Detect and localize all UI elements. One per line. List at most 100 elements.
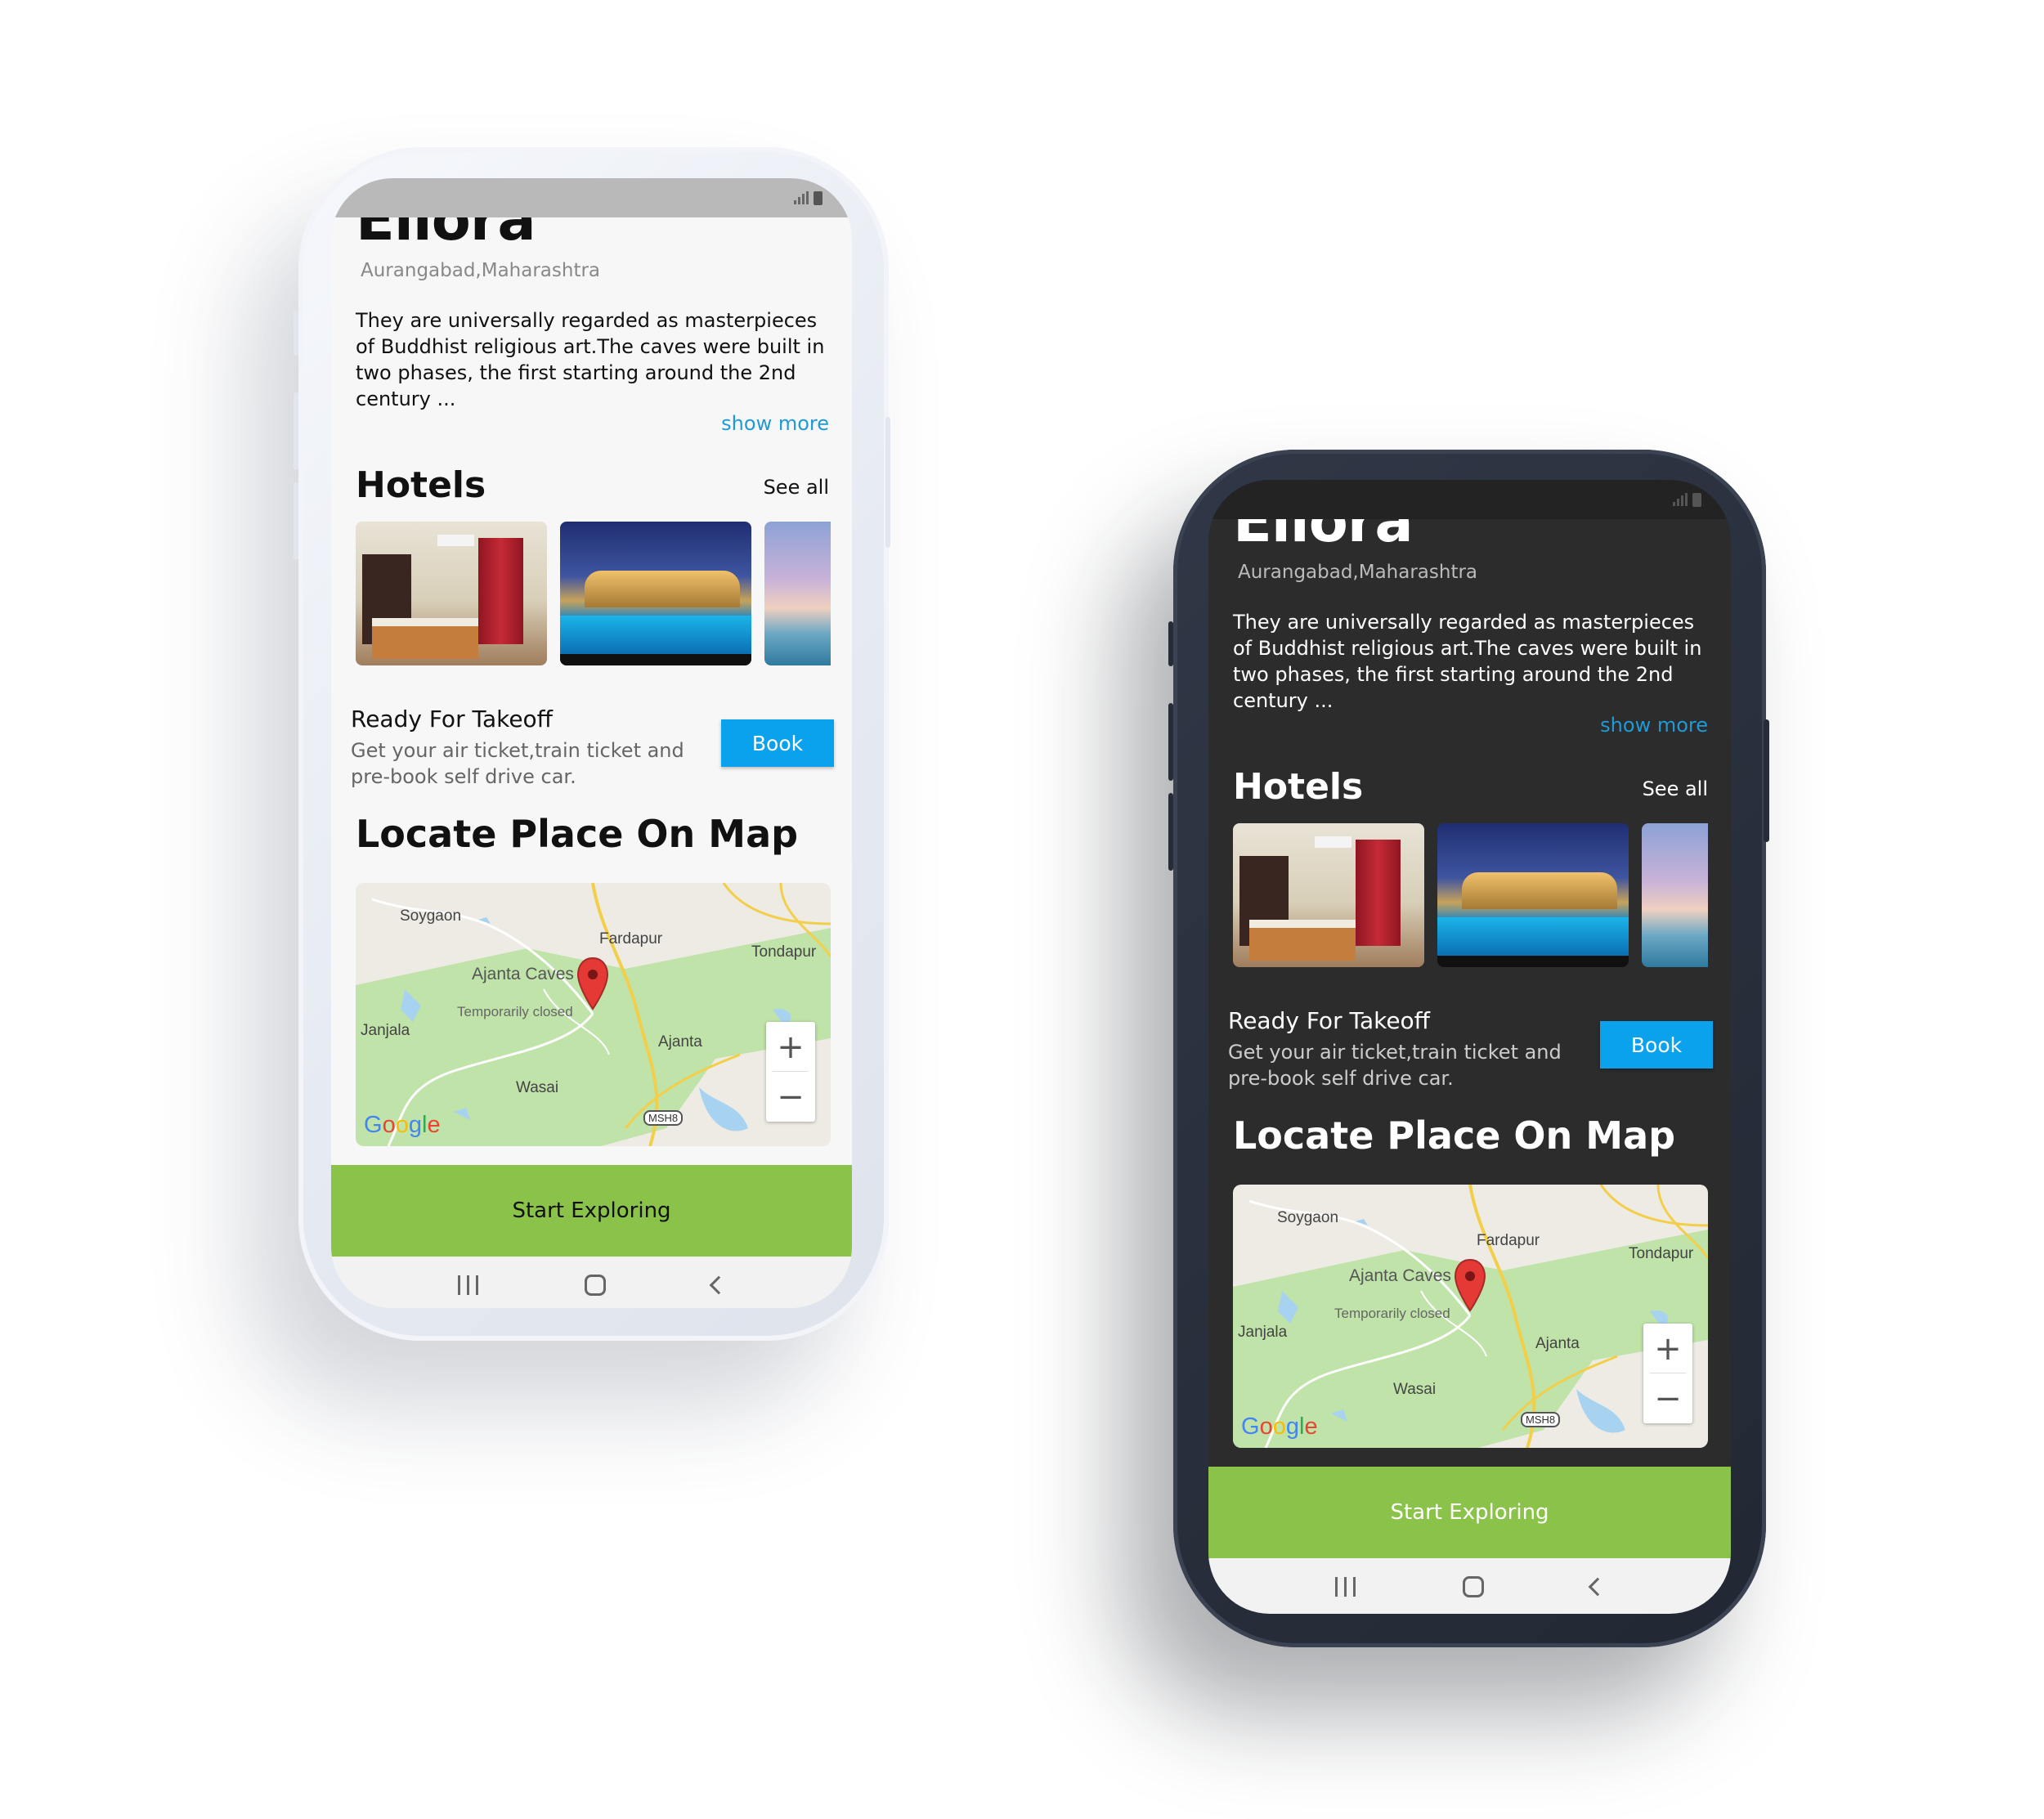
place-location: Aurangabad,Maharashtra	[361, 260, 601, 281]
side-button	[1764, 719, 1769, 842]
recents-icon[interactable]	[458, 1275, 478, 1295]
zoom-control: + −	[766, 1022, 815, 1122]
map-label: Ajanta Caves	[472, 965, 574, 983]
signal-icon	[794, 191, 809, 204]
show-more-link[interactable]: show more	[721, 412, 829, 435]
side-button	[1168, 621, 1173, 666]
map-label: Ajanta	[658, 1033, 702, 1051]
zoom-in-button[interactable]: +	[766, 1022, 815, 1072]
back-icon[interactable]	[709, 1275, 728, 1295]
image-detail	[372, 618, 478, 659]
recents-icon[interactable]	[1335, 1577, 1356, 1597]
place-location: Aurangabad,Maharashtra	[1238, 562, 1478, 583]
image-detail	[1356, 840, 1401, 946]
takeoff-subtitle: Get your air ticket,train ticket and pre…	[351, 739, 684, 788]
start-exploring-button[interactable]: Start Exploring	[1208, 1467, 1731, 1558]
signal-icon	[1673, 493, 1688, 506]
map-label: Temporarily closed	[457, 1004, 573, 1019]
map-label: Tondapur	[751, 943, 817, 961]
google-logo: Google	[364, 1112, 441, 1138]
see-all-link[interactable]: See all	[1643, 777, 1708, 800]
battery-icon	[1692, 492, 1701, 507]
side-button	[885, 417, 890, 548]
map-heading: Locate Place On Map	[356, 812, 799, 856]
battery-icon	[814, 190, 823, 205]
image-detail	[560, 654, 751, 665]
hotel-carousel[interactable]	[1233, 823, 1708, 967]
side-button	[294, 311, 298, 356]
hotels-heading: Hotels	[1233, 766, 1364, 808]
hotel-card-sunset[interactable]	[764, 522, 831, 665]
takeoff-title: Ready For Takeoff	[351, 706, 553, 733]
status-icons	[794, 190, 823, 205]
app-content: Ellora Aurangabad,Maharashtra They are u…	[1208, 480, 1731, 1614]
show-more-link[interactable]: show more	[1600, 714, 1708, 737]
map-label: Temporarily closed	[1334, 1306, 1450, 1321]
image-detail	[1315, 836, 1351, 848]
app-content: Ellora Aurangabad,Maharashtra They are u…	[331, 178, 852, 1308]
google-logo: Google	[1241, 1414, 1318, 1440]
back-icon[interactable]	[1588, 1577, 1607, 1597]
android-nav-bar	[331, 1257, 852, 1308]
image-detail	[560, 616, 751, 656]
hotel-card-room[interactable]	[1233, 823, 1424, 967]
takeoff-title: Ready For Takeoff	[1228, 1007, 1430, 1034]
hotels-heading: Hotels	[356, 464, 486, 506]
place-description: They are universally regarded as masterp…	[356, 309, 825, 410]
map-view[interactable]: Soygaon Fardapur Tondapur Ajanta Caves T…	[356, 883, 831, 1146]
map-label: Wasai	[1393, 1381, 1437, 1398]
screen: Ellora Aurangabad,Maharashtra They are u…	[1208, 480, 1731, 1614]
map-label: Wasai	[516, 1079, 559, 1096]
divider	[773, 1071, 809, 1072]
status-icons	[1673, 492, 1701, 507]
start-exploring-button[interactable]: Start Exploring	[331, 1165, 852, 1257]
place-description: They are universally regarded as masterp…	[1233, 611, 1702, 712]
phone-light: Ellora Aurangabad,Maharashtra They are u…	[294, 147, 890, 1341]
map-heading: Locate Place On Map	[1233, 1113, 1676, 1158]
image-detail	[585, 571, 740, 607]
image-detail	[1462, 872, 1617, 909]
zoom-control: + −	[1643, 1324, 1692, 1423]
status-bar	[1208, 480, 1731, 519]
route-shield: MSH8	[643, 1110, 684, 1126]
see-all-link[interactable]: See all	[764, 476, 829, 499]
map-pin-icon[interactable]	[576, 957, 609, 1014]
zoom-out-button[interactable]: −	[1643, 1373, 1692, 1423]
status-bar	[331, 178, 852, 217]
takeoff-subtitle: Get your air ticket,train ticket and pre…	[1228, 1041, 1562, 1090]
hotel-card-palace[interactable]	[560, 522, 751, 665]
phone-dark: Ellora Aurangabad,Maharashtra They are u…	[1168, 450, 1769, 1647]
screen: Ellora Aurangabad,Maharashtra They are u…	[331, 178, 852, 1308]
image-detail	[1249, 920, 1356, 961]
map-label: Soygaon	[1277, 1209, 1339, 1226]
zoom-in-button[interactable]: +	[1643, 1324, 1692, 1373]
hotel-card-room[interactable]	[356, 522, 547, 665]
map-label: Fardapur	[599, 930, 663, 948]
map-pin-icon[interactable]	[1454, 1258, 1486, 1315]
route-shield: MSH8	[1521, 1412, 1561, 1427]
home-icon[interactable]	[1462, 1576, 1484, 1597]
zoom-out-button[interactable]: −	[766, 1072, 815, 1122]
map-label: Fardapur	[1477, 1232, 1540, 1249]
book-button[interactable]: Book	[1600, 1021, 1713, 1069]
map-view[interactable]: Soygaon Fardapur Tondapur Ajanta Caves T…	[1233, 1185, 1708, 1448]
hotel-carousel[interactable]	[356, 522, 831, 665]
hotel-card-sunset[interactable]	[1642, 823, 1708, 967]
side-button	[294, 482, 298, 560]
map-label: Tondapur	[1629, 1245, 1694, 1262]
hotel-card-palace[interactable]	[1437, 823, 1629, 967]
side-button	[1168, 793, 1173, 871]
side-button	[294, 392, 298, 470]
map-label: Ajanta Caves	[1349, 1266, 1451, 1285]
image-detail	[1437, 956, 1629, 967]
image-detail	[478, 538, 523, 644]
side-button	[1168, 703, 1173, 781]
map-label: Janjala	[361, 1022, 410, 1039]
map-label: Soygaon	[400, 907, 462, 925]
android-nav-bar	[1208, 1558, 1731, 1614]
book-button[interactable]: Book	[721, 719, 834, 767]
image-detail	[437, 535, 474, 546]
home-icon[interactable]	[585, 1275, 606, 1296]
map-label: Ajanta	[1535, 1335, 1580, 1352]
map-label: Janjala	[1238, 1324, 1288, 1341]
